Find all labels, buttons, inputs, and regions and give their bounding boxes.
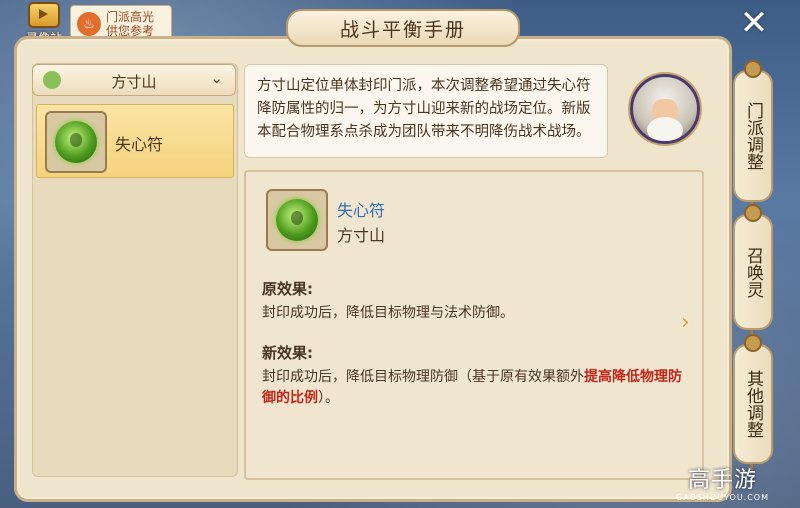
tab-label: 召唤灵 [743,246,763,298]
sect-selector-dropdown[interactable]: 方寸山 ⌄ [32,64,236,96]
video-camera-icon [28,2,60,28]
tab-knob-icon [744,60,762,78]
tab-label: 门派调整 [743,102,763,170]
close-button[interactable]: ✕ [737,6,771,40]
chevron-down-icon: ⌄ [210,69,223,87]
new-effect-text-plain: 封印成功后，降低目标物理防御（基于原有效果额外 [262,369,584,385]
talisman-icon [45,111,107,173]
sect-selector-label: 方寸山 [111,73,157,91]
talisman-icon [266,189,328,251]
flame-icon: ♨ [77,12,101,36]
detail-skill-name: 失心符 [337,201,386,220]
tab-sect-adjustment[interactable]: 门派调整 [733,60,773,202]
sect-intro-text-box[interactable]: 方寸山定位单体封印门派，本次调整希望通过失心符降防属性的归一，为方寸山迎来新的战… [244,64,608,158]
original-effect-text: 封印成功后，降低目标物理与法术防御。 [262,305,514,321]
detail-sect-name: 方寸山 [337,226,386,245]
tab-knob-icon [744,334,762,352]
tab-summon[interactable]: 召唤灵 [733,204,773,330]
watermark-brand: 高手游 [688,468,758,493]
skill-detail-card [244,170,704,480]
highlight-text-line1: 门派高光 [106,10,155,24]
tab-knob-icon [744,204,762,222]
tab-label: 其他调整 [743,370,763,438]
original-effect-heading: 原效果: [262,280,313,298]
tab-other-adjustment[interactable]: 其他调整 [733,334,773,464]
watermark-logo: 高手游 GAOSHOUYOU.COM [676,468,770,503]
page-title: 战斗平衡手册 [286,9,520,47]
skill-list-item-label: 失心符 [115,135,164,154]
npc-elder-avatar [630,74,700,144]
new-effect-text-end: ）。 [318,390,339,406]
chevron-right-icon[interactable]: › [681,310,690,335]
new-effect-heading: 新效果: [262,344,313,362]
skill-list-item[interactable]: 失心符 [36,104,234,178]
watermark-domain: GAOSHOUYOU.COM [676,493,770,502]
new-effect-text: 封印成功后，降低目标物理防御（基于原有效果额外提高降低物理防御的比例）。 [262,367,690,409]
sect-intro-text: 方寸山定位单体封印门派，本次调整希望通过失心符降防属性的归一，为方寸山迎来新的战… [257,78,591,140]
